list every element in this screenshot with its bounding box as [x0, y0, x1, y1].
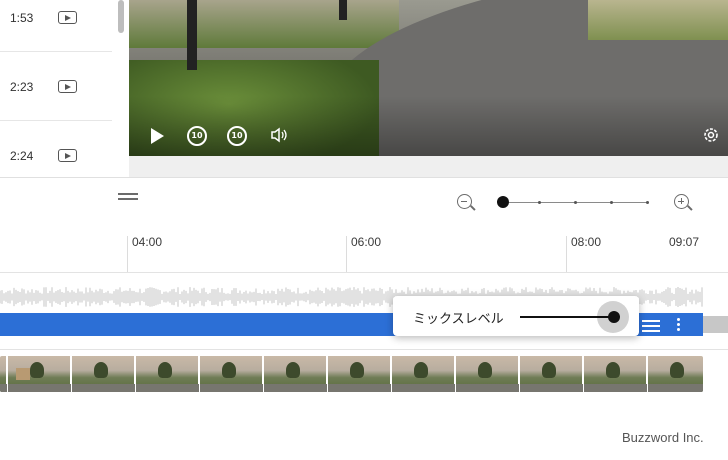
video-player[interactable]: 10 10	[129, 0, 728, 156]
clip-list-item[interactable]: 2:23	[0, 52, 112, 121]
replay-10-icon[interactable]: 10	[187, 126, 207, 146]
filmstrip-frame	[584, 356, 647, 392]
drag-handle[interactable]	[118, 193, 138, 200]
filmstrip-frame	[200, 356, 263, 392]
filmstrip-frame	[648, 356, 703, 392]
zoom-in-icon[interactable]	[674, 194, 689, 209]
more-vert-icon[interactable]	[677, 318, 680, 332]
filmstrip-frame	[136, 356, 199, 392]
filmstrip-frame	[392, 356, 455, 392]
clip-list: 1:53 2:23 2:24	[0, 0, 118, 177]
track-end-handle[interactable]	[703, 316, 728, 333]
video-frame-scene	[129, 0, 399, 48]
video-editor: 1:53 2:23 2:24 10 10 04:00 06:00 08:00 0…	[0, 0, 728, 460]
controls-shade	[129, 96, 728, 156]
zoom-slider-tick	[646, 201, 649, 204]
settings-icon[interactable]	[701, 125, 721, 150]
zoom-out-icon[interactable]	[457, 194, 472, 209]
mix-level-label: ミックスレベル	[413, 312, 504, 327]
watermark: Buzzword Inc.	[622, 430, 704, 445]
zoom-slider-tick	[574, 201, 577, 204]
filmstrip-frame	[520, 356, 583, 392]
ruler-tick	[566, 236, 567, 272]
filmstrip-frame	[456, 356, 519, 392]
clip-list-scrollbar[interactable]	[118, 0, 124, 33]
player-footer	[129, 156, 728, 178]
clip-duration: 1:53	[10, 11, 34, 25]
video-frame-post	[187, 0, 197, 70]
filmstrip-frame	[0, 356, 7, 392]
zoom-slider-tick	[538, 201, 541, 204]
volume-icon[interactable]	[269, 125, 289, 150]
play-icon[interactable]	[151, 128, 164, 144]
mix-level-slider-thumb[interactable]	[608, 311, 620, 323]
adjust-icon[interactable]	[642, 318, 660, 332]
ruler-tick	[346, 236, 347, 272]
video-icon[interactable]	[58, 11, 77, 24]
video-icon[interactable]	[58, 80, 77, 93]
forward-10-icon[interactable]: 10	[227, 126, 247, 146]
video-filmstrip[interactable]	[0, 356, 703, 392]
track-divider	[0, 349, 728, 350]
zoom-slider-thumb[interactable]	[497, 196, 509, 208]
mix-level-popup: ミックスレベル	[393, 296, 639, 336]
clip-duration: 2:24	[10, 149, 34, 163]
ruler-label: 06:00	[351, 235, 382, 249]
zoom-slider-tick	[610, 201, 613, 204]
video-frame-grass-right	[588, 0, 728, 40]
ruler-tick	[127, 236, 128, 272]
video-frame-post-2	[339, 0, 347, 20]
filmstrip-frame	[264, 356, 327, 392]
clip-list-item[interactable]: 2:24	[0, 121, 112, 190]
filmstrip-frame	[8, 356, 71, 392]
clip-list-item[interactable]: 1:53	[0, 0, 112, 52]
video-icon[interactable]	[58, 149, 77, 162]
filmstrip-frame	[72, 356, 135, 392]
ruler-label: 08:00	[571, 235, 602, 249]
divider	[0, 177, 728, 178]
clip-duration: 2:23	[10, 80, 34, 94]
ruler-label: 04:00	[132, 235, 163, 249]
ruler-baseline	[0, 272, 728, 273]
filmstrip-frame	[328, 356, 391, 392]
ruler-label: 09:07	[669, 235, 700, 249]
